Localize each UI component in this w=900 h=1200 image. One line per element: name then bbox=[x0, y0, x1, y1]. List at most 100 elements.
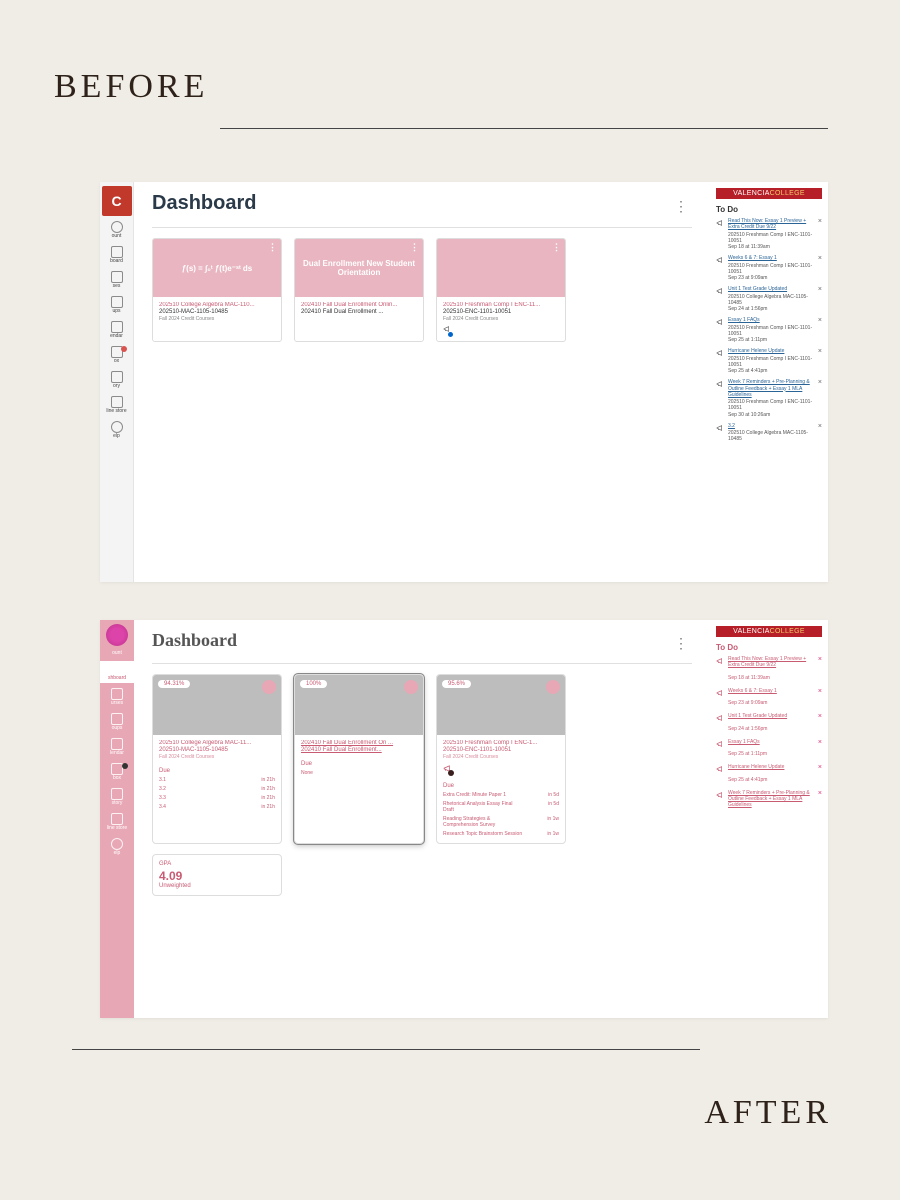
course-title-link[interactable]: 202510 College Algebra MAC-110... bbox=[159, 302, 275, 308]
nav-courses[interactable]: urses bbox=[100, 686, 134, 708]
color-indicator[interactable] bbox=[546, 680, 560, 694]
grade-pill: 95.6% bbox=[442, 680, 471, 688]
nav-dashboard[interactable]: board bbox=[100, 244, 133, 266]
todo-title-link[interactable]: Weeks 6 & 7: Essay 1 bbox=[728, 255, 814, 261]
nav-inbox[interactable]: box bbox=[100, 761, 134, 783]
announcements-icon[interactable] bbox=[443, 325, 451, 335]
todo-course: 202510 Freshman Comp I ENC-1101-10051 bbox=[728, 232, 814, 245]
todo-time: Sep 23 at 9:09am bbox=[728, 700, 814, 706]
dismiss-icon[interactable]: × bbox=[818, 348, 822, 357]
due-item[interactable]: 3.4in 21h bbox=[159, 804, 275, 810]
course-card[interactable]: ƒ(s) = ∫₀ᵗ ƒ(t)e⁻ˢᵗ ds⋮ 202510 College Al… bbox=[152, 238, 282, 342]
gpa-weight: Unweighted bbox=[159, 883, 275, 889]
todo-time: Sep 25 at 1:11pm bbox=[728, 751, 814, 757]
todo-time: Sep 25 at 4:41pm bbox=[728, 777, 814, 783]
nav-store[interactable]: line store bbox=[100, 811, 134, 833]
nav-help[interactable]: elp bbox=[100, 419, 133, 441]
nav-calendar[interactable]: lendar bbox=[100, 736, 134, 758]
sidebar: VALENCIACOLLEGE To Do ×Read This Now: Es… bbox=[710, 182, 828, 582]
card-options-icon[interactable]: ⋮ bbox=[552, 242, 561, 253]
course-title-link[interactable]: 202510 Freshman Comp I ENC-1... bbox=[443, 740, 559, 746]
nav-store[interactable]: line store bbox=[100, 394, 133, 416]
todo-title-link[interactable]: 3.2 bbox=[728, 423, 814, 429]
dismiss-icon[interactable]: × bbox=[818, 423, 822, 432]
course-code: 202410 Fall Dual Enrollment... bbox=[301, 747, 417, 753]
todo-title-link[interactable]: Weeks 6 & 7: Essay 1 bbox=[728, 688, 814, 694]
nav-groups[interactable]: oups bbox=[100, 711, 134, 733]
card-options-icon[interactable]: ⋮ bbox=[410, 242, 419, 253]
card-options-icon[interactable]: ⋮ bbox=[268, 242, 277, 253]
nav-account[interactable]: ount bbox=[100, 219, 133, 241]
grade-pill: 94.31% bbox=[158, 680, 190, 688]
todo-course: 202510 Freshman Comp I ENC-1101-10051 bbox=[728, 356, 814, 369]
dismiss-icon[interactable]: × bbox=[818, 764, 822, 773]
due-item[interactable]: 3.3in 21h bbox=[159, 795, 275, 801]
dismiss-icon[interactable]: × bbox=[818, 656, 822, 665]
course-card[interactable]: ⋮202510 Freshman Comp I ENC-11...202510-… bbox=[436, 238, 566, 342]
course-title-link[interactable]: 202510 Freshman Comp I ENC-11... bbox=[443, 302, 559, 308]
global-nav: ount shboard urses oups lendar box story… bbox=[100, 620, 134, 1018]
todo-title-link[interactable]: Hurricane Helene Update bbox=[728, 348, 814, 354]
todo-title-link[interactable]: Week 7 Reminders + Pre-Planning & Outlin… bbox=[728, 379, 814, 398]
course-title-link[interactable]: 202410 Fall Dual Enrollment Onlin... bbox=[301, 302, 417, 308]
nav-calendar[interactable]: endar bbox=[100, 319, 133, 341]
color-indicator[interactable] bbox=[404, 680, 418, 694]
todo-item: × Read This Now: Essay 1 Preview + Extra … bbox=[716, 656, 822, 688]
nav-help[interactable]: elp bbox=[100, 836, 134, 858]
due-item[interactable]: Rhetorical Analysis Essay Final Draftin … bbox=[443, 801, 559, 813]
nav-history[interactable]: story bbox=[100, 786, 134, 808]
course-title-link[interactable]: 202410 Fall Dual Enrollment On ... bbox=[301, 740, 417, 746]
due-item[interactable]: Research Topic Brainstorm Sessionin 1w bbox=[443, 831, 559, 837]
course-term: Fall 2024 Credit Courses bbox=[159, 316, 275, 322]
due-item[interactable]: None bbox=[301, 770, 417, 776]
course-title-link[interactable]: 202510 College Algebra MAC-11... bbox=[159, 740, 275, 746]
todo-title-link[interactable]: Essay 1 FAQs bbox=[728, 739, 814, 745]
due-item[interactable]: 3.2in 21h bbox=[159, 786, 275, 792]
nav-history[interactable]: ory bbox=[100, 369, 133, 391]
announcement-icon bbox=[716, 424, 724, 432]
nav-inbox[interactable]: ox bbox=[100, 344, 133, 366]
nav-courses[interactable]: ses bbox=[100, 269, 133, 291]
dismiss-icon[interactable]: × bbox=[818, 790, 822, 799]
dismiss-icon[interactable]: × bbox=[818, 739, 822, 748]
todo-title-link[interactable]: Read This Now: Essay 1 Preview + Extra C… bbox=[728, 218, 814, 231]
announcements-icon[interactable] bbox=[443, 764, 452, 775]
nav-dashboard[interactable]: shboard bbox=[100, 661, 134, 683]
course-card[interactable]: 95.6%202510 Freshman Comp I ENC-1...2025… bbox=[436, 674, 566, 844]
dismiss-icon[interactable]: × bbox=[818, 379, 822, 388]
due-item[interactable]: Reading Strategies & Comprehension Surve… bbox=[443, 816, 559, 828]
nav-account[interactable]: ount bbox=[100, 649, 134, 658]
dashboard-options-button[interactable]: ⋮ bbox=[670, 196, 692, 217]
todo-item: ×3.2202510 College Algebra MAC-1105-1048… bbox=[716, 423, 822, 448]
due-item[interactable]: 3.1in 21h bbox=[159, 777, 275, 783]
due-item[interactable]: Extra Credit: Minute Paper 1in 5d bbox=[443, 792, 559, 798]
dismiss-icon[interactable]: × bbox=[818, 286, 822, 295]
dismiss-icon[interactable]: × bbox=[818, 317, 822, 326]
gpa-card[interactable]: GPA 4.09 Unweighted bbox=[152, 854, 282, 896]
after-heading: AFTER bbox=[704, 1094, 832, 1132]
dashboard-options-button[interactable]: ⋮ bbox=[670, 633, 692, 654]
todo-time: Sep 25 at 1:11pm bbox=[728, 337, 814, 343]
todo-title-link[interactable]: Unit 1 Test Grade Updated bbox=[728, 286, 814, 292]
todo-title-link[interactable]: Unit 1 Test Grade Updated bbox=[728, 713, 814, 719]
dismiss-icon[interactable]: × bbox=[818, 713, 822, 722]
dismiss-icon[interactable]: × bbox=[818, 688, 822, 697]
todo-title-link[interactable]: Essay 1 FAQs bbox=[728, 317, 814, 323]
todo-title-link[interactable]: Read This Now: Essay 1 Preview + Extra C… bbox=[728, 656, 814, 669]
before-heading: BEFORE bbox=[54, 68, 208, 106]
todo-title-link[interactable]: Week 7 Reminders + Pre-Planning & Outlin… bbox=[728, 790, 814, 809]
nav-avatar[interactable] bbox=[106, 624, 128, 646]
course-card[interactable]: 94.31%202510 College Algebra MAC-11...20… bbox=[152, 674, 282, 844]
course-thumbnail: ƒ(s) = ∫₀ᵗ ƒ(t)e⁻ˢᵗ ds⋮ bbox=[153, 239, 281, 297]
dismiss-icon[interactable]: × bbox=[818, 218, 822, 227]
nav-logo[interactable]: C bbox=[102, 186, 132, 216]
dismiss-icon[interactable]: × bbox=[818, 255, 822, 264]
todo-time: Sep 18 at 11:39am bbox=[728, 675, 814, 681]
course-card[interactable]: Dual Enrollment New Student Orientation⋮… bbox=[294, 238, 424, 342]
gpa-value: 4.09 bbox=[159, 869, 275, 883]
nav-groups[interactable]: ups bbox=[100, 294, 133, 316]
color-indicator[interactable] bbox=[262, 680, 276, 694]
todo-item: × Hurricane Helene Update Sep 25 at 4:41pm bbox=[716, 764, 822, 790]
todo-title-link[interactable]: Hurricane Helene Update bbox=[728, 764, 814, 770]
course-card[interactable]: 100%202410 Fall Dual Enrollment On ...20… bbox=[294, 674, 424, 844]
